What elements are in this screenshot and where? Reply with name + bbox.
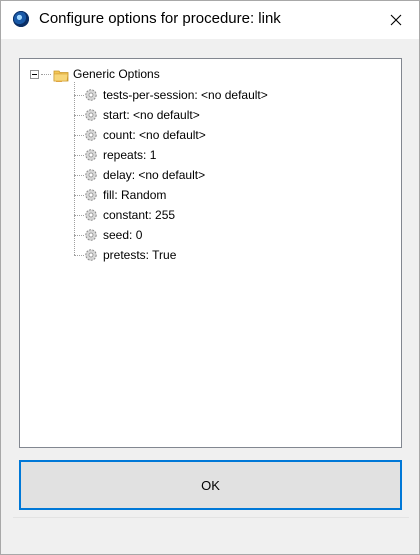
collapse-icon[interactable] bbox=[30, 70, 39, 79]
gear-icon bbox=[85, 169, 97, 181]
tree-item-label: delay: <no default> bbox=[103, 168, 206, 182]
tree-item-pretests[interactable]: pretests: True bbox=[74, 246, 394, 266]
tree-item-count[interactable]: count: <no default> bbox=[74, 126, 394, 146]
tree-item-label: fill: Random bbox=[103, 188, 167, 202]
options-tree[interactable]: Generic Options tests-per-session: <no d… bbox=[19, 58, 402, 448]
tree-item-constant[interactable]: constant: 255 bbox=[74, 206, 394, 226]
title-bar: Configure options for procedure: link bbox=[1, 1, 419, 39]
bottom-divider bbox=[13, 517, 409, 518]
tree-root-label: Generic Options bbox=[73, 67, 160, 81]
close-icon bbox=[390, 14, 402, 26]
gear-icon bbox=[85, 109, 97, 121]
tree-root-generic-options[interactable]: Generic Options bbox=[28, 66, 328, 86]
window-title: Configure options for procedure: link bbox=[39, 10, 281, 27]
tree-item-label: tests-per-session: <no default> bbox=[103, 88, 268, 102]
gear-icon bbox=[85, 229, 97, 241]
tree-item-label: start: <no default> bbox=[103, 108, 200, 122]
folder-icon bbox=[53, 70, 69, 82]
tree-item-label: seed: 0 bbox=[103, 228, 143, 242]
gear-icon bbox=[85, 89, 97, 101]
tree-item-start[interactable]: start: <no default> bbox=[74, 106, 394, 126]
close-button[interactable] bbox=[373, 1, 419, 39]
tree-item-fill[interactable]: fill: Random bbox=[74, 186, 394, 206]
gear-icon bbox=[85, 129, 97, 141]
gear-icon bbox=[85, 209, 97, 221]
tree-item-label: constant: 255 bbox=[103, 208, 176, 222]
tree-item-tests-per-session[interactable]: tests-per-session: <no default> bbox=[74, 86, 394, 106]
tree-item-label: repeats: 1 bbox=[103, 148, 157, 162]
ok-button[interactable]: OK bbox=[19, 460, 402, 510]
app-icon bbox=[13, 11, 29, 27]
tree-item-label: pretests: True bbox=[103, 248, 177, 262]
tree-item-label: count: <no default> bbox=[103, 128, 206, 142]
gear-icon bbox=[85, 149, 97, 161]
dialog-window: Configure options for procedure: link Ge… bbox=[0, 0, 420, 555]
gear-icon bbox=[85, 249, 97, 261]
tree-item-delay[interactable]: delay: <no default> bbox=[74, 166, 394, 186]
tree-item-seed[interactable]: seed: 0 bbox=[74, 226, 394, 246]
tree-item-repeats[interactable]: repeats: 1 bbox=[74, 146, 394, 166]
gear-icon bbox=[85, 189, 97, 201]
